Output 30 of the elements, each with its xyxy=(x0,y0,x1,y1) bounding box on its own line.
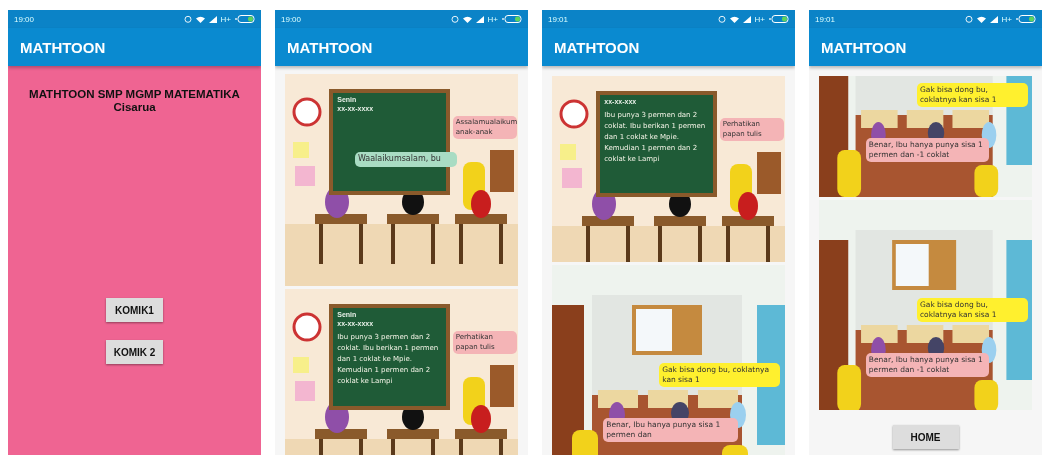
wifi-icon xyxy=(729,15,739,23)
home-button[interactable]: HOME xyxy=(892,425,959,449)
heading-text: Cisarua xyxy=(113,101,156,114)
status-time: 19:01 xyxy=(815,14,836,24)
comic-button[interactable]: KOMIK1 xyxy=(105,298,164,322)
app-title: MATHTOON xyxy=(20,38,106,56)
status-time: 19:01 xyxy=(548,14,569,24)
signal-icon xyxy=(208,15,217,23)
network-type: H+ xyxy=(754,14,765,24)
status-time: 19:00 xyxy=(281,14,302,24)
app-title: MATHTOON xyxy=(821,38,907,56)
wifi-icon xyxy=(462,15,472,23)
speech-bubble: Waalaikumsalam, bu xyxy=(354,152,458,168)
wifi-icon xyxy=(976,15,986,23)
battery-icon xyxy=(235,15,255,23)
app-title: MATHTOON xyxy=(287,38,373,56)
heading-text: MATHTOON SMP MGMP MATEMATIKA xyxy=(29,88,240,101)
app-title: MATHTOON xyxy=(554,38,640,56)
signal-icon xyxy=(475,15,484,23)
network-type: H+ xyxy=(220,14,231,24)
network-type: H+ xyxy=(1001,14,1012,24)
battery-icon xyxy=(1016,15,1036,23)
battery-icon xyxy=(502,15,522,23)
signal-icon xyxy=(742,15,751,23)
status-time: 19:00 xyxy=(14,14,35,24)
signal-icon xyxy=(989,15,998,23)
wifi-icon xyxy=(195,15,205,23)
comic-button[interactable]: KOMIK 2 xyxy=(105,340,164,364)
battery-icon xyxy=(769,15,789,23)
network-type: H+ xyxy=(487,14,498,24)
